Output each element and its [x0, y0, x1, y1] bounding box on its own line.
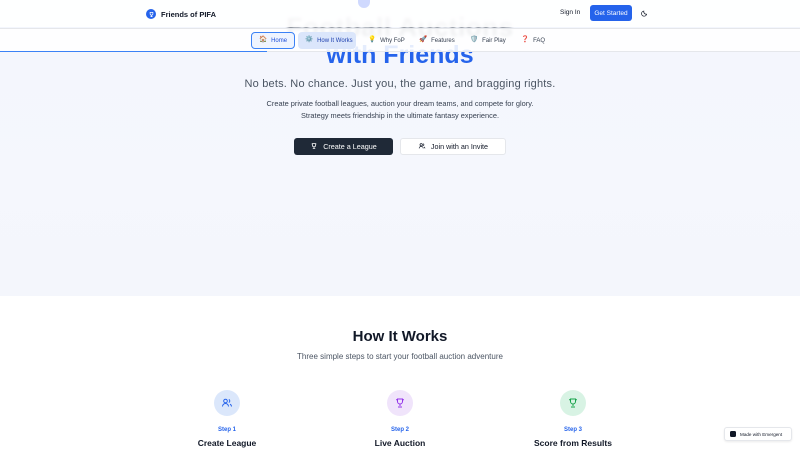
nav-item-why-fop[interactable]: 💡 Why FoP	[361, 32, 412, 49]
emergent-logo-icon	[730, 431, 736, 437]
nav-item-label: Home	[271, 37, 288, 44]
nav-item-faq[interactable]: ❓ FAQ	[514, 32, 552, 49]
step-number: Step 1	[217, 427, 236, 433]
step-title: Live Auction	[374, 438, 426, 448]
step-title: Score from Results	[534, 438, 612, 448]
hero-tagline: No bets. No chance. Just you, the game, …	[244, 78, 556, 90]
step-number: Step 2	[390, 427, 409, 433]
trophy-logo-icon	[146, 9, 156, 19]
step-title: Create League	[197, 438, 257, 448]
question-icon: ❓	[521, 36, 530, 44]
section-nav: 🏠 Home ⚙️ How It Works 💡 Why FoP 🚀 Featu…	[0, 28, 800, 52]
create-league-button[interactable]: Create a League	[294, 138, 393, 155]
lightbulb-icon: 💡	[368, 36, 377, 44]
nav-item-how-it-works[interactable]: ⚙️ How It Works	[298, 32, 356, 49]
scroll-progress-bar	[0, 50, 267, 52]
nav-item-label: FAQ	[533, 37, 546, 44]
nav-item-features[interactable]: 🚀 Features	[412, 32, 462, 49]
nav-item-fair-play[interactable]: 🛡️ Fair Play	[463, 32, 513, 49]
rocket-icon: 🚀	[419, 36, 428, 44]
nav-item-label: How It Works	[317, 37, 353, 44]
shield-icon: 🛡️	[470, 36, 479, 44]
gear-icon: ⚙️	[305, 36, 314, 44]
home-icon: 🏠	[259, 36, 268, 44]
how-it-works-subtitle: Three simple steps to start your footbal…	[297, 352, 503, 361]
step-card: Step 1 Create League	[167, 390, 287, 448]
nav-item-home[interactable]: 🏠 Home	[251, 32, 295, 49]
users-icon	[214, 390, 240, 416]
join-invite-button[interactable]: Join with an Invite	[400, 138, 506, 155]
nav-item-label: Why FoP	[380, 37, 405, 44]
sign-in-link[interactable]: Sign In	[560, 9, 580, 16]
hero-description: Create private football leagues, auction…	[266, 99, 534, 120]
nav-item-label: Features	[431, 37, 455, 44]
trophy-icon	[310, 142, 318, 152]
step-card: Step 2 Live Auction	[340, 390, 460, 448]
get-started-button[interactable]: Get Started	[590, 5, 632, 21]
trophy-icon	[560, 390, 586, 416]
made-with-label: Made with Emergent	[740, 431, 783, 437]
trophy-icon	[387, 390, 413, 416]
brand-name: Friends of PIFA	[161, 9, 217, 19]
create-league-label: Create a League	[323, 142, 377, 151]
step-card: Step 3 Score from Results	[513, 390, 633, 448]
how-it-works-title: How It Works	[352, 328, 448, 345]
brand[interactable]: Friends of PIFA	[146, 8, 216, 20]
made-with-badge[interactable]: Made with Emergent	[724, 427, 792, 441]
top-header: Friends of PIFA Sign In Get Started	[0, 0, 800, 27]
moon-icon[interactable]	[640, 8, 650, 18]
nav-item-label: Fair Play	[482, 37, 506, 44]
step-number: Step 3	[563, 427, 582, 433]
users-icon	[418, 142, 426, 152]
join-invite-label: Join with an Invite	[430, 142, 489, 151]
